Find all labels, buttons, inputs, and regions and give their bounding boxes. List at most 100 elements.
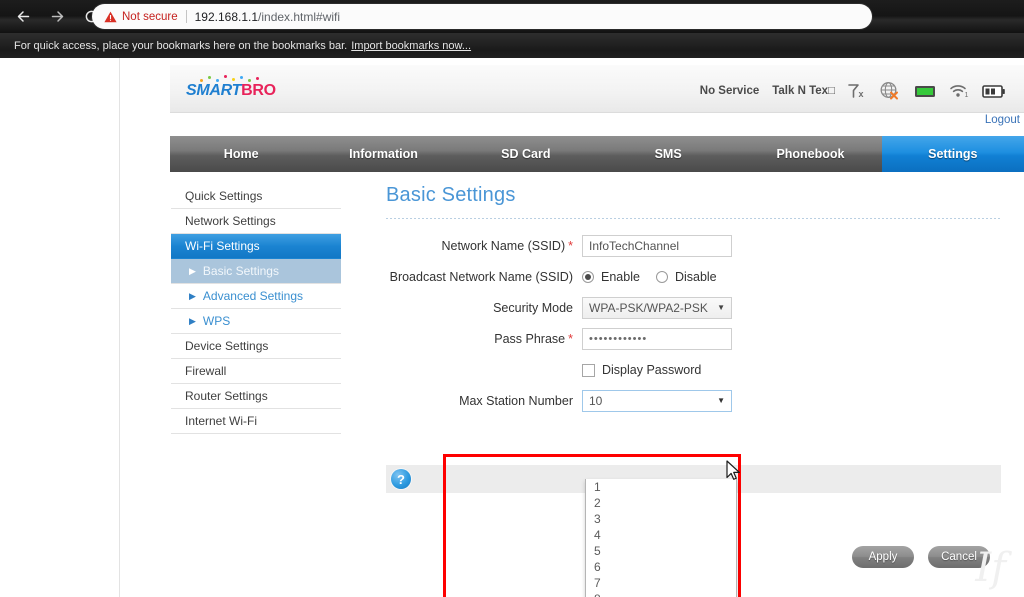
logo-wordmark: SMARTBRO [186, 83, 276, 99]
service-status-label: No Service [699, 85, 760, 97]
sidebar-item-device-settings[interactable]: Device Settings [171, 334, 341, 359]
chevron-right-icon: ▶ [189, 290, 196, 301]
main-nav-tabs: Home Information SD Card SMS Phonebook S… [170, 136, 1024, 172]
form-row-ssid: Network Name (SSID) * InfoTechChannel [386, 235, 1006, 257]
url-path: /index.html#wifi [258, 9, 341, 24]
smartbro-logo: SMARTBRO [186, 75, 276, 103]
passphrase-required-marker: * [568, 332, 573, 346]
screenshot-root: Not secure 192.168.1.1/index.html#wifi F… [0, 0, 1024, 597]
ssid-control: InfoTechChannel [582, 235, 732, 257]
sidebar-subitem-basic-settings[interactable]: ▶ Basic Settings [171, 259, 341, 284]
wifi-basic-settings-form: Network Name (SSID) * InfoTechChannel Bro… [386, 235, 1006, 568]
sidebar-item-quick-settings[interactable]: Quick Settings [171, 184, 341, 209]
logo-bro-text: BRO [241, 82, 276, 99]
dropdown-option[interactable]: 2 [586, 495, 736, 511]
dropdown-option[interactable]: 8 [586, 591, 736, 597]
help-question-icon[interactable]: ? [391, 469, 411, 489]
passphrase-label: Pass Phrase * [386, 332, 582, 346]
page-watermark: If [975, 545, 1006, 591]
svg-text:1: 1 [965, 92, 969, 99]
security-mode-select[interactable]: WPA-PSK/WPA2-PSK ▼ [582, 297, 732, 319]
display-password-checkbox[interactable]: Display Password [582, 363, 701, 377]
broadcast-disable-radio[interactable]: Disable [655, 270, 717, 284]
max-station-number-control: 10 ▼ [582, 390, 732, 412]
page-viewport: SMARTBRO No Service Talk N Tex□ x 1 Logo… [0, 58, 1024, 597]
ssid-input[interactable]: InfoTechChannel [582, 235, 732, 257]
dropdown-option[interactable]: 5 [586, 543, 736, 559]
form-row-display-password: Display Password [386, 359, 1006, 381]
display-password-control: Display Password [582, 363, 701, 377]
browser-toolbar: Not secure 192.168.1.1/index.html#wifi [0, 0, 1024, 33]
broadcast-label: Broadcast Network Name (SSID) [389, 270, 573, 284]
broadcast-enable-label: Enable [601, 270, 640, 284]
wifi-icon: 1 [949, 83, 969, 99]
tab-phonebook[interactable]: Phonebook [739, 136, 881, 172]
apply-button[interactable]: Apply [852, 546, 914, 568]
display-password-label: Display Password [602, 363, 702, 377]
dropdown-option[interactable]: 7 [586, 575, 736, 591]
logout-link[interactable]: Logout [985, 114, 1020, 126]
max-station-number-select[interactable]: 10 ▼ [582, 390, 732, 412]
passphrase-control: •••••••••••• [582, 328, 732, 350]
forward-arrow-icon[interactable] [42, 2, 72, 32]
import-bookmarks-link[interactable]: Import bookmarks now... [351, 40, 471, 52]
radio-disable-indicator [655, 271, 668, 283]
chevron-right-icon: ▶ [189, 265, 196, 276]
ssid-label: Network Name (SSID) * [386, 239, 582, 253]
broadcast-disable-label: Disable [674, 270, 717, 284]
signal-off-icon: x [848, 83, 866, 99]
sidebar-item-firewall[interactable]: Firewall [171, 359, 341, 384]
settings-content: Basic Settings Network Name (SSID) * Info… [386, 184, 1006, 568]
not-secure-warning-icon [104, 11, 117, 22]
security-mode-label: Security Mode [493, 301, 573, 315]
tab-sd-card[interactable]: SD Card [455, 136, 597, 172]
title-divider [386, 218, 1002, 219]
settings-sidebar: Quick Settings Network Settings Wi-Fi Se… [171, 184, 341, 434]
security-mode-control: WPA-PSK/WPA2-PSK ▼ [582, 297, 732, 319]
form-row-security: Security Mode WPA-PSK/WPA2-PSK ▼ [386, 297, 1006, 319]
page-left-gutter [0, 58, 120, 597]
sidebar-item-network-settings[interactable]: Network Settings [171, 209, 341, 234]
address-bar[interactable]: Not secure 192.168.1.1/index.html#wifi [92, 4, 872, 29]
router-header: SMARTBRO No Service Talk N Tex□ x 1 [170, 65, 1024, 113]
form-row-max-station: Max Station Number 10 ▼ [386, 390, 1006, 412]
sidebar-item-wifi-settings[interactable]: Wi-Fi Settings [171, 234, 341, 259]
plan-status-label: Talk N Tex□ [772, 85, 835, 97]
sidebar-subitem-wps-label: WPS [202, 314, 231, 328]
sidebar-item-router-settings[interactable]: Router Settings [171, 384, 341, 409]
url-host: 192.168.1.1 [194, 9, 259, 24]
back-arrow-icon[interactable] [8, 2, 38, 32]
tab-home[interactable]: Home [170, 136, 312, 172]
mouse-cursor [726, 460, 741, 486]
chevron-right-icon: ▶ [189, 315, 196, 326]
radio-enable-indicator [582, 271, 594, 283]
ssid-label-text: Network Name (SSID) [441, 239, 566, 253]
dropdown-option[interactable]: 4 [586, 527, 736, 543]
page-title: Basic Settings [386, 184, 516, 206]
max-station-number-label: Max Station Number [459, 394, 573, 408]
sidebar-subitem-advanced-settings[interactable]: ▶ Advanced Settings [171, 284, 341, 309]
tab-information[interactable]: Information [312, 136, 454, 172]
url-text: 192.168.1.1/index.html#wifi [195, 10, 340, 24]
max-station-number-value: 10 [589, 394, 603, 408]
chevron-down-icon: ▼ [717, 303, 725, 312]
max-station-number-dropdown-list[interactable]: 1 2 3 4 5 6 7 8 9 10 [585, 479, 737, 597]
dropdown-option[interactable]: 6 [586, 559, 736, 575]
globe-disconnected-icon [879, 81, 901, 101]
security-mode-value: WPA-PSK/WPA2-PSK [589, 301, 708, 315]
passphrase-input[interactable]: •••••••••••• [582, 328, 732, 350]
sidebar-subitem-wps[interactable]: ▶ WPS [171, 309, 341, 334]
tab-settings[interactable]: Settings [881, 136, 1024, 172]
security-status-label: Not secure [122, 10, 178, 23]
dropdown-option[interactable]: 3 [586, 511, 736, 527]
form-row-broadcast: Broadcast Network Name (SSID) Enable Dis… [386, 266, 1006, 288]
sidebar-subitem-basic-settings-label: Basic Settings [202, 264, 279, 278]
passphrase-label-text: Pass Phrase [494, 332, 566, 346]
logo-dots-decoration [196, 75, 268, 83]
tab-sms[interactable]: SMS [597, 136, 739, 172]
sidebar-item-internet-wifi[interactable]: Internet Wi-Fi [171, 409, 341, 434]
sd-card-icon [914, 84, 936, 99]
battery-icon [982, 84, 1006, 99]
dropdown-option[interactable]: 1 [586, 479, 736, 495]
broadcast-enable-radio[interactable]: Enable [582, 270, 640, 284]
